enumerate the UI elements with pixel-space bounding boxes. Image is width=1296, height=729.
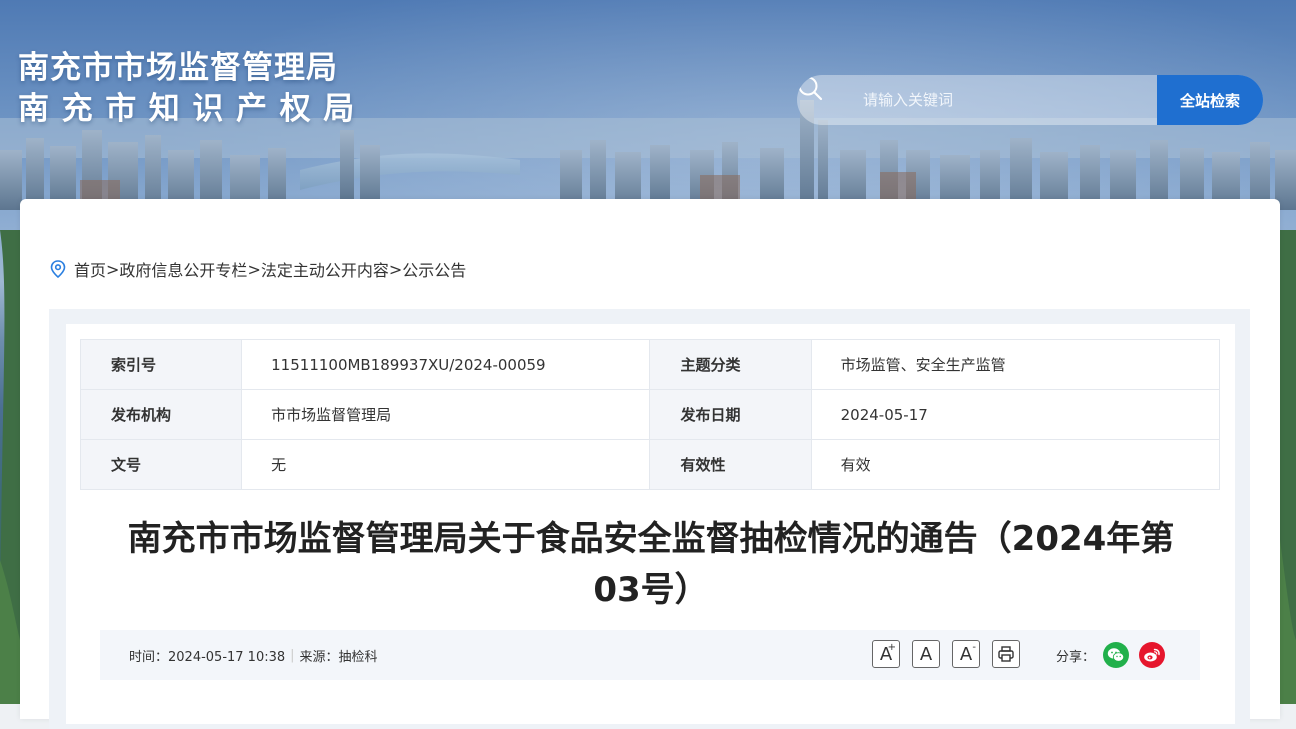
font-smaller-label: A	[959, 643, 973, 665]
publisher-label: 发布机构	[79, 389, 243, 440]
article-source: 来源：抽检科	[299, 649, 378, 665]
topic-label: 主题分类	[649, 339, 812, 390]
share-label: 分享：	[1056, 649, 1096, 665]
print-button[interactable]	[992, 640, 1020, 668]
table-row: 索引号 11511100MB189937XU/2024-00059 主题分类 市…	[79, 339, 1221, 390]
index-value: 11511100MB189937XU/2024-00059	[241, 339, 651, 390]
breadcrumb-statutory[interactable]: 法定主动公开内容	[261, 257, 389, 281]
search-button[interactable]: 全站检索	[1157, 75, 1263, 125]
location-pin-icon	[50, 260, 66, 278]
date-value: 2024-05-17	[810, 389, 1221, 440]
index-label: 索引号	[79, 339, 243, 390]
docno-label: 文号	[79, 439, 243, 490]
printer-icon	[998, 646, 1014, 662]
site-search: 全站检索	[797, 75, 1263, 125]
publish-time: 时间：2024-05-17 10:38	[129, 649, 286, 665]
docno-value: 无	[241, 439, 651, 490]
font-normal-button[interactable]: A	[912, 640, 940, 668]
table-row: 文号 无 有效性 有效	[79, 439, 1221, 490]
weibo-icon	[1144, 648, 1160, 662]
document-meta-table: 索引号 11511100MB189937XU/2024-00059 主题分类 市…	[79, 339, 1221, 490]
breadcrumb-separator: >	[106, 259, 120, 279]
breadcrumb-separator: >	[388, 259, 403, 279]
article-title: 南充市市场监督管理局关于食品安全监督抽检情况的通告（2024年第 03号）	[126, 514, 1176, 616]
font-size-controls: A + A A -	[872, 640, 1032, 668]
validity-label: 有效性	[649, 439, 812, 490]
article-info-bar: 时间：2024-05-17 10:38 | 来源：抽检科 A + A A - 分…	[100, 630, 1200, 680]
article-meta: 时间：2024-05-17 10:38 | 来源：抽检科	[129, 630, 378, 680]
meta-divider: |	[290, 647, 295, 663]
breadcrumb-separator: >	[247, 259, 261, 279]
article-title-line1: 南充市市场监督管理局关于食品安全监督抽检情况的通告（2024年第	[127, 519, 1175, 559]
publisher-value: 市市场监督管理局	[241, 389, 651, 440]
search-input[interactable]	[859, 75, 1157, 125]
site-title: 南充市市场监督管理局 南充市知识产权局	[18, 48, 367, 130]
article-title-line2: 03号）	[593, 570, 709, 610]
site-title-line2: 南充市知识产权局	[18, 91, 367, 127]
weibo-share-button[interactable]	[1139, 642, 1166, 668]
font-smaller-button[interactable]: A -	[952, 640, 980, 668]
share-controls: 分享：	[1056, 630, 1175, 680]
table-row: 发布机构 市市场监督管理局 发布日期 2024-05-17	[79, 389, 1221, 440]
search-icon	[797, 75, 859, 125]
site-title-line1: 南充市市场监督管理局	[18, 50, 338, 86]
wechat-share-button[interactable]	[1103, 642, 1130, 668]
font-larger-sup: +	[887, 642, 896, 653]
main-card: 首页 > 政府信息公开专栏 > 法定主动公开内容 > 公示公告 索引号 1151…	[20, 199, 1280, 729]
validity-value: 有效	[810, 439, 1221, 490]
wechat-icon	[1107, 648, 1125, 662]
font-larger-button[interactable]: A +	[872, 640, 900, 668]
breadcrumb-announcements[interactable]: 公示公告	[402, 257, 466, 281]
article-content: 索引号 11511100MB189937XU/2024-00059 主题分类 市…	[66, 324, 1235, 724]
breadcrumb-gov-info[interactable]: 政府信息公开专栏	[119, 257, 247, 281]
topic-value: 市场监管、安全生产监管	[810, 339, 1221, 390]
date-label: 发布日期	[649, 389, 812, 440]
font-smaller-sup: -	[972, 642, 976, 653]
breadcrumb: 首页 > 政府信息公开专栏 > 法定主动公开内容 > 公示公告	[50, 257, 466, 281]
breadcrumb-home[interactable]: 首页	[74, 257, 106, 281]
font-normal-label: A	[919, 643, 933, 665]
